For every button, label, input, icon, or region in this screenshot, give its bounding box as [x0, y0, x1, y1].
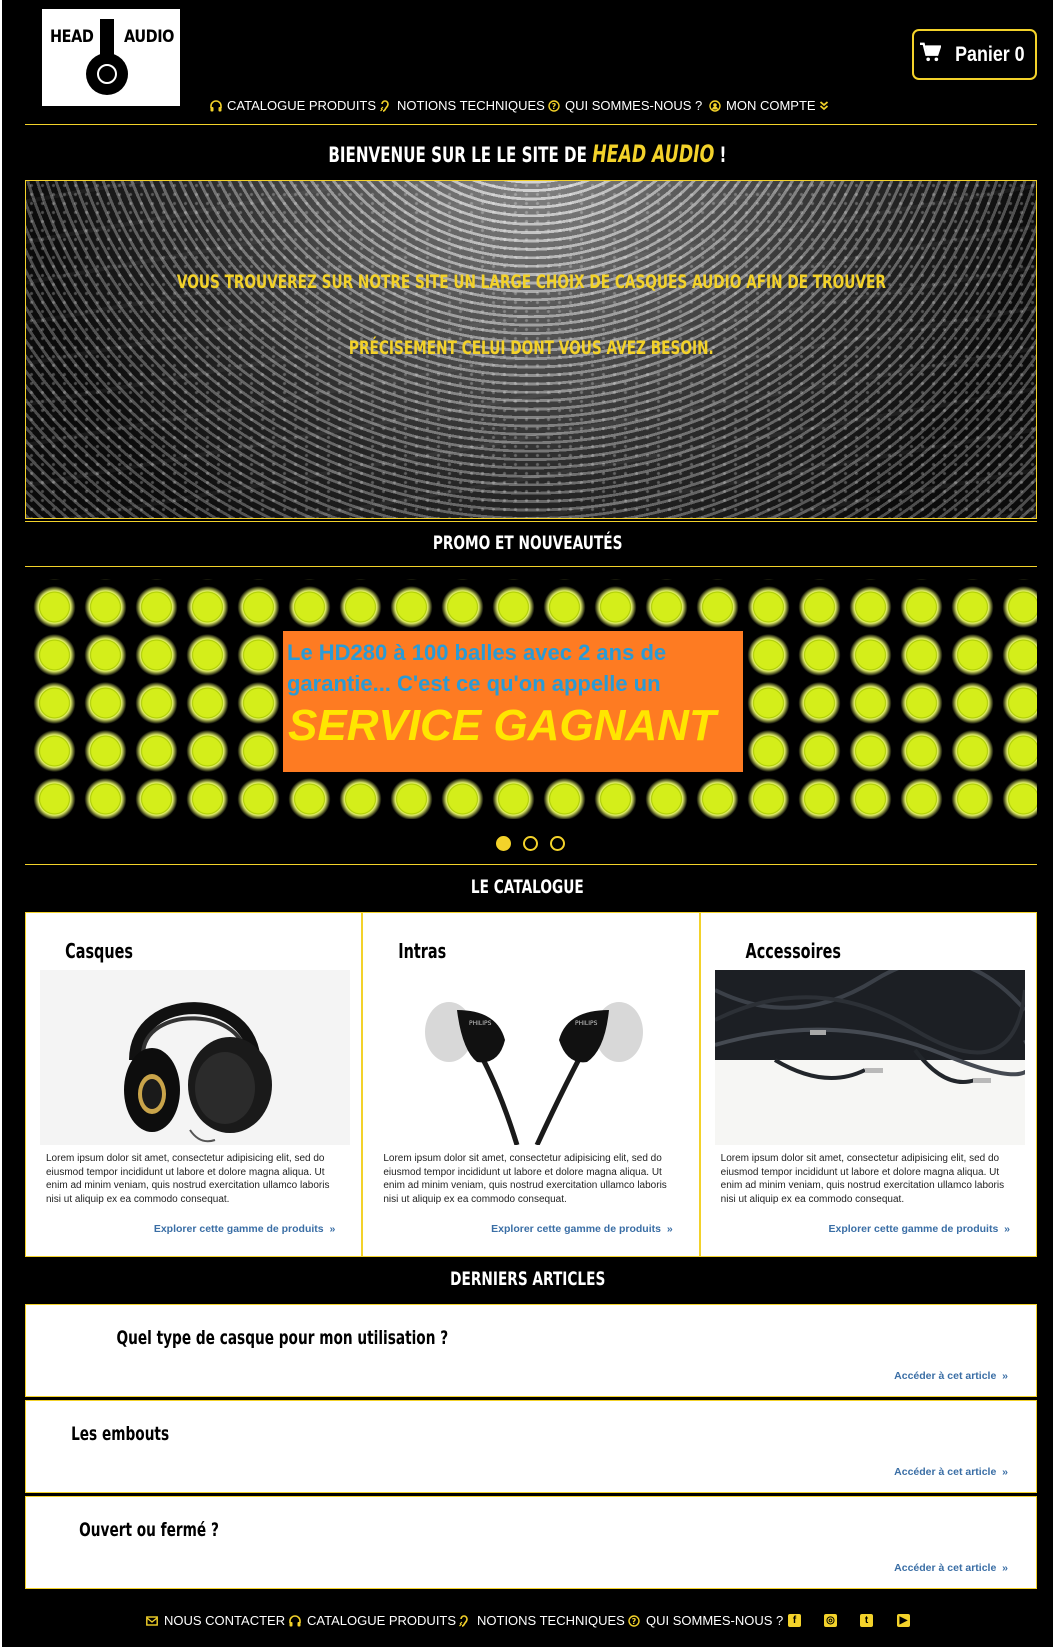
hero-line-2: PRÉCISEMENT CELUI DONT VOUS AVEZ BESOIN. [348, 337, 714, 359]
nav-label: QUI SOMMES-NOUS ? [565, 98, 703, 113]
card-link[interactable]: Explorer cette gamme de produits » [491, 1223, 672, 1235]
hero-line-1: VOUS TROUVEREZ SUR NOTRE SITE UN LARGE C… [176, 271, 886, 293]
nav-label: MON COMPTE [726, 98, 816, 113]
nav-item-catalogue[interactable]: CATALOGUE PRODUITS [210, 98, 376, 113]
footer-item-catalogue[interactable]: CATALOGUE PRODUITS [289, 1613, 456, 1628]
nav-item-account[interactable]: MON COMPTE [709, 98, 828, 113]
cart-icon [919, 42, 942, 68]
promo-slide-box[interactable]: Le HD280 à 100 balles avec 2 ans de gara… [283, 631, 743, 772]
divider [25, 566, 1037, 567]
cart-button[interactable]: Panier 0 [912, 29, 1037, 80]
svg-text:?: ? [632, 1617, 637, 1626]
main-nav: CATALOGUE PRODUITS NOTIONS TECHNIQUES ? … [0, 98, 1055, 118]
svg-text:PHILIPS: PHILIPS [575, 1020, 598, 1027]
logo-headphone-cup [86, 53, 128, 95]
welcome-prefix: BIENVENUE SUR LE LE SITE DE [328, 143, 593, 167]
carousel-dot-3[interactable] [550, 836, 565, 851]
promo-heading: PROMO ET NOUVEAUTÉS [432, 532, 623, 554]
svg-text:?: ? [552, 102, 557, 111]
card-description: Lorem ipsum dolor sit amet, consectetur … [720, 1153, 1005, 1205]
instagram-icon[interactable]: ◎ [824, 1614, 837, 1627]
double-chevron-right-icon: » [1002, 1562, 1008, 1574]
article-title: Les embouts [71, 1423, 170, 1445]
double-chevron-right-icon: » [329, 1223, 336, 1235]
promo-text: Le HD280 à 100 balles avec 2 ans de gara… [287, 640, 667, 696]
nav-label: CATALOGUE PRODUITS [227, 98, 377, 113]
card-title: Intras [398, 939, 447, 963]
welcome-suffix: ! [714, 143, 727, 167]
article-link[interactable]: Accéder à cet article » [894, 1370, 1008, 1382]
catalogue-heading: LE CATALOGUE [471, 876, 584, 898]
facebook-icon[interactable]: f [788, 1614, 801, 1627]
twitter-icon[interactable]: t [860, 1614, 873, 1627]
nav-label: NOTIONS TECHNIQUES [397, 98, 545, 113]
question-circle-icon: ? [628, 1614, 640, 1627]
card-link[interactable]: Explorer cette gamme de produits » [154, 1223, 335, 1235]
double-chevron-right-icon: » [1002, 1466, 1008, 1478]
double-chevron-down-icon [818, 100, 828, 112]
catalogue-cards: Casques Lorem ipsum dolor sit amet, cons… [25, 912, 1037, 1257]
envelope-icon [146, 1615, 158, 1627]
welcome-brand: HEAD AUDIO [592, 140, 715, 168]
youtube-icon[interactable]: ▶ [897, 1614, 910, 1627]
articles-heading: DERNIERS ARTICLES [449, 1268, 606, 1290]
card-description: Lorem ipsum dolor sit amet, consectetur … [46, 1153, 330, 1205]
divider [25, 864, 1037, 865]
headphones-product-image [40, 970, 350, 1145]
article-title: Ouvert ou fermé ? [79, 1519, 219, 1541]
carousel-dot-2[interactable] [523, 836, 538, 851]
nav-item-notions[interactable]: NOTIONS TECHNIQUES [380, 98, 545, 113]
article-link[interactable]: Accéder à cet article » [894, 1466, 1008, 1478]
card-title: Casques [65, 939, 133, 963]
article-item[interactable]: Ouvert ou fermé ? Accéder à cet article … [25, 1496, 1037, 1589]
catalogue-card-casques[interactable]: Casques Lorem ipsum dolor sit amet, cons… [26, 913, 364, 1256]
cart-label: Panier 0 [954, 42, 1025, 66]
logo-word-head: HEAD [50, 27, 94, 47]
question-circle-icon: ? [548, 99, 560, 112]
double-chevron-right-icon: » [1004, 1223, 1010, 1235]
user-circle-icon [709, 99, 721, 112]
logo-word-audio: AUDIO [124, 27, 175, 47]
cables-product-image [714, 970, 1025, 1145]
article-item[interactable]: Les embouts Accéder à cet article » [25, 1400, 1037, 1493]
article-link[interactable]: Accéder à cet article » [894, 1562, 1008, 1574]
promo-carousel[interactable]: Le HD280 à 100 balles avec 2 ans de gara… [25, 579, 1037, 819]
divider [25, 521, 1037, 522]
double-chevron-right-icon: » [1002, 1370, 1008, 1382]
footer-label: QUI SOMMES-NOUS ? [646, 1613, 784, 1628]
article-title: Quel type de casque pour mon utilisation… [116, 1327, 449, 1349]
site-logo[interactable]: HEAD AUDIO [42, 9, 180, 106]
earbuds-product-image: PHILIPS PHILIPS [377, 970, 688, 1145]
divider [25, 124, 1037, 125]
catalogue-card-accessoires[interactable]: Accessoires Lorem ipsum dolor sit amet, … [700, 913, 1036, 1256]
svg-text:PHILIPS: PHILIPS [469, 1020, 492, 1027]
promo-headline: SERVICE GAGNANT [288, 701, 716, 750]
headphones-icon [210, 99, 222, 112]
card-link[interactable]: Explorer cette gamme de produits » [829, 1223, 1010, 1235]
carousel-dot-1[interactable] [496, 836, 511, 851]
card-title: Accessoires [745, 939, 841, 963]
article-item[interactable]: Quel type de casque pour mon utilisation… [25, 1304, 1037, 1397]
welcome-heading: BIENVENUE SUR LE LE SITE DE HEAD AUDIO ! [0, 140, 1055, 168]
footer-label: NOTIONS TECHNIQUES [477, 1613, 625, 1628]
hero-banner: VOUS TROUVEREZ SUR NOTRE SITE UN LARGE C… [25, 180, 1037, 519]
headphones-icon [289, 1614, 301, 1627]
footer-item-about[interactable]: ? QUI SOMMES-NOUS ? [628, 1613, 783, 1628]
footer-item-contact[interactable]: NOUS CONTACTER [146, 1613, 285, 1628]
nav-item-about[interactable]: ? QUI SOMMES-NOUS ? [548, 98, 702, 113]
ear-icon [380, 99, 392, 112]
catalogue-card-intras[interactable]: Intras PHILIPS PHILIPS Lorem ipsum dolor… [363, 913, 701, 1256]
footer-item-notions[interactable]: NOTIONS TECHNIQUES [459, 1613, 625, 1628]
carousel-indicators [496, 836, 565, 851]
double-chevron-right-icon: » [666, 1223, 673, 1235]
card-description: Lorem ipsum dolor sit amet, consectetur … [383, 1153, 667, 1205]
footer-label: CATALOGUE PRODUITS [307, 1613, 457, 1628]
ear-icon [459, 1614, 471, 1627]
footer-label: NOUS CONTACTER [164, 1613, 286, 1628]
